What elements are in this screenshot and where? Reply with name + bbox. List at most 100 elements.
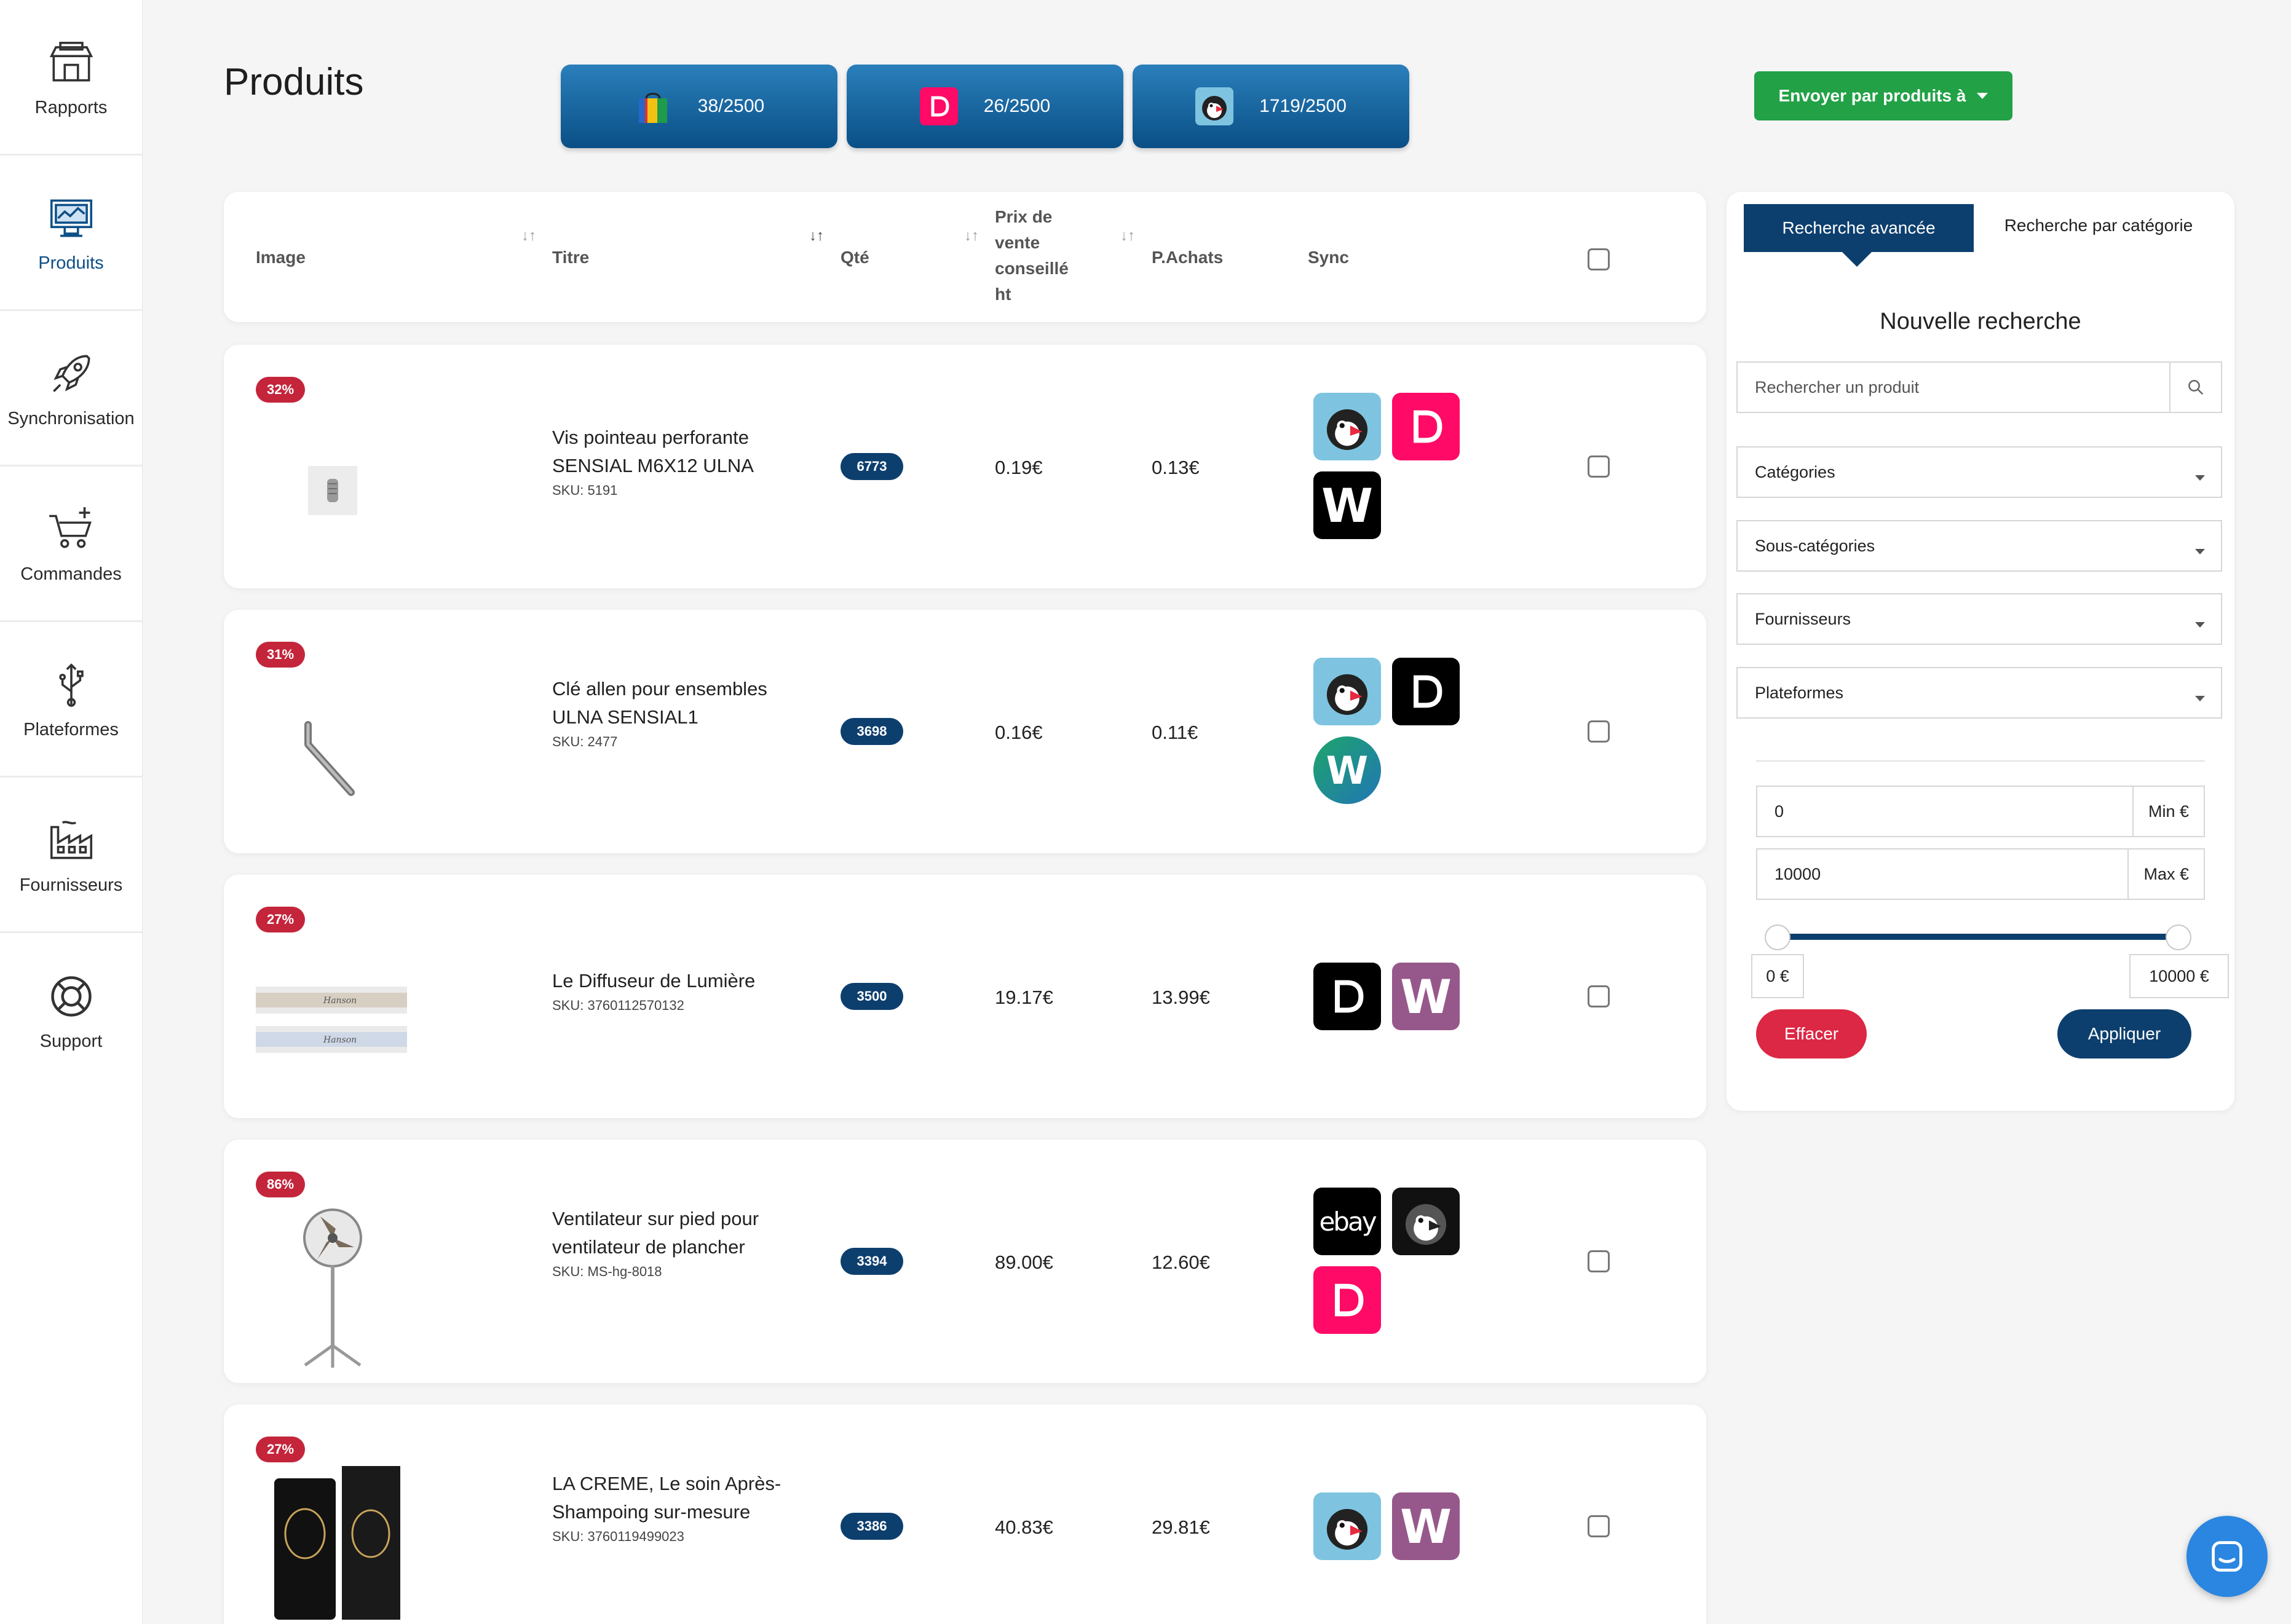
table-row: 27% Hanson Hanson Le Diffuseur de Lumière…: [224, 875, 1706, 1118]
table-row: 32% Vis pointeau perforante SENSIAL M6X1…: [224, 345, 1706, 588]
purchase-cell: 0.13€: [1152, 457, 1200, 478]
qty-badge: 3698: [841, 718, 903, 745]
rocket-icon: [52, 355, 90, 392]
column-qty[interactable]: Qté: [841, 245, 869, 270]
search-box: [1736, 361, 2222, 413]
prestashop-icon[interactable]: [1313, 393, 1381, 460]
slider-handle-min[interactable]: [1765, 924, 1790, 950]
slider-handle-max[interactable]: [2166, 924, 2191, 950]
divider: [1756, 760, 2205, 762]
product-title-text[interactable]: Vis pointeau perforante SENSIAL M6X12 UL…: [552, 424, 786, 480]
sidebar-item-label: Synchronisation: [7, 408, 135, 428]
select-all-checkbox[interactable]: [1588, 248, 1610, 270]
row-checkbox[interactable]: [1588, 720, 1610, 743]
sidebar-item-commandes[interactable]: Commandes: [0, 467, 142, 622]
sort-icon[interactable]: ↓↑: [964, 227, 979, 245]
column-sync: Sync: [1308, 248, 1349, 267]
sidebar-item-rapports[interactable]: Rapports: [0, 0, 142, 156]
table-row: 27% LA CREME, Le soin Après-Shampoing su…: [224, 1405, 1706, 1624]
product-image: [256, 1201, 410, 1373]
sort-icon[interactable]: ↓↑: [1120, 227, 1135, 245]
product-title-text[interactable]: Clé allen pour ensembles ULNA SENSIAL1: [552, 675, 786, 731]
product-title: Vis pointeau perforante SENSIAL M6X12 UL…: [552, 424, 786, 501]
platforms-select[interactable]: Plateformes: [1736, 667, 2222, 719]
price-range-slider[interactable]: [1778, 934, 2179, 940]
chevron-down-icon: [2195, 549, 2205, 554]
subcategories-select[interactable]: Sous-catégories: [1736, 520, 2222, 572]
column-title[interactable]: Titre: [552, 245, 589, 270]
search-icon: [2188, 380, 2204, 395]
sidebar-item-plateformes[interactable]: Plateformes: [0, 622, 142, 778]
max-price-unit: Max €: [2127, 849, 2204, 899]
prestashop-icon[interactable]: [1313, 658, 1381, 725]
woocommerce-icon[interactable]: W: [1392, 1492, 1460, 1560]
min-price-field[interactable]: 0 Min €: [1756, 786, 2205, 837]
sync-platforms: W: [1313, 393, 1473, 540]
suppliers-select[interactable]: Fournisseurs: [1736, 593, 2222, 645]
product-title: Clé allen pour ensembles ULNA SENSIAL1 S…: [552, 675, 786, 752]
chat-icon: [2212, 1541, 2242, 1572]
sidebar-item-fournisseurs[interactable]: Fournisseurs: [0, 778, 142, 933]
wix-icon[interactable]: W: [1313, 471, 1381, 539]
sort-icon[interactable]: ↓↑: [809, 227, 824, 245]
sidebar-item-label: Rapports: [34, 97, 108, 117]
discount-badge: 27%: [256, 907, 306, 932]
search-input[interactable]: [1738, 363, 2169, 412]
search-button[interactable]: [2169, 363, 2221, 412]
dolibarr-icon[interactable]: [1392, 393, 1460, 460]
prestashop-icon[interactable]: [1392, 1188, 1460, 1255]
purchase-cell: 0.11€: [1152, 722, 1198, 743]
chat-launcher-button[interactable]: [2186, 1516, 2268, 1597]
sort-icon[interactable]: ↓↑: [521, 227, 536, 245]
quota-button-prestashop[interactable]: 1719/2500: [1133, 65, 1409, 148]
row-checkbox[interactable]: [1588, 1515, 1610, 1537]
product-title-text[interactable]: Le Diffuseur de Lumière: [552, 967, 786, 995]
row-checkbox[interactable]: [1588, 1250, 1610, 1272]
purchase-cell: 12.60€: [1152, 1252, 1210, 1273]
sync-platforms: ebay: [1313, 1188, 1473, 1335]
apply-button[interactable]: Appliquer: [2057, 1009, 2191, 1058]
product-title-text[interactable]: LA CREME, Le soin Après-Shampoing sur-me…: [552, 1470, 786, 1526]
max-price-value[interactable]: 10000: [1757, 865, 2127, 884]
purchase-cell: 29.81€: [1152, 1516, 1210, 1538]
dolibarr-icon[interactable]: [1392, 658, 1460, 725]
send-by-products-button[interactable]: Envoyer par produits à: [1754, 71, 2012, 120]
quota-label: 26/2500: [983, 96, 1051, 116]
product-sku: SKU: 3760112570132: [552, 998, 684, 1013]
row-checkbox[interactable]: [1588, 455, 1610, 478]
discount-badge: 31%: [256, 642, 306, 668]
quota-label: 38/2500: [697, 96, 765, 116]
prestashop-icon[interactable]: [1313, 1492, 1381, 1560]
column-price[interactable]: Prix de vente conseillé ht: [995, 204, 1069, 307]
product-title: Le Diffuseur de Lumière SKU: 37601125701…: [552, 967, 786, 1016]
quota-button-shop[interactable]: 38/2500: [561, 65, 837, 148]
ebay-icon[interactable]: ebay: [1313, 1188, 1381, 1255]
sidebar-item-support[interactable]: Support: [0, 933, 142, 1089]
clear-button[interactable]: Effacer: [1756, 1009, 1867, 1058]
categories-select[interactable]: Catégories: [1736, 446, 2222, 498]
tab-category-search[interactable]: Recherche par catégorie: [1997, 213, 2200, 238]
sidebar-item-produits[interactable]: Produits: [0, 156, 142, 311]
min-price-value[interactable]: 0: [1757, 802, 2132, 821]
select-label: Sous-catégories: [1755, 536, 1875, 555]
qty-badge: 3394: [841, 1248, 903, 1275]
tab-advanced-search[interactable]: Recherche avancée: [1744, 204, 1974, 267]
quota-button-dolibarr[interactable]: 26/2500: [847, 65, 1123, 148]
dolibarr-icon[interactable]: [1313, 963, 1381, 1030]
product-sku: SKU: 5191: [552, 483, 618, 498]
row-checkbox[interactable]: [1588, 985, 1610, 1007]
discount-badge: 86%: [256, 1172, 306, 1197]
woocommerce-icon[interactable]: W: [1392, 963, 1460, 1030]
wix-icon[interactable]: W: [1313, 736, 1381, 804]
qty-badge: 6773: [841, 453, 903, 480]
product-sku: SKU: 3760119499023: [552, 1529, 684, 1544]
table-row: 86% Ventilateur sur pied pour ventilateu…: [224, 1140, 1706, 1383]
max-price-field[interactable]: 10000 Max €: [1756, 848, 2205, 900]
product-title-text[interactable]: Ventilateur sur pied pour ventilateur de…: [552, 1205, 786, 1261]
column-purchase[interactable]: P.Achats: [1152, 245, 1223, 270]
discount-badge: 27%: [256, 1437, 306, 1462]
shopping-bag-icon: [634, 87, 672, 125]
dolibarr-icon[interactable]: [1313, 1266, 1381, 1334]
sidebar-item-synchronisation[interactable]: Synchronisation: [0, 311, 142, 467]
sync-platforms: W: [1313, 1492, 1473, 1624]
